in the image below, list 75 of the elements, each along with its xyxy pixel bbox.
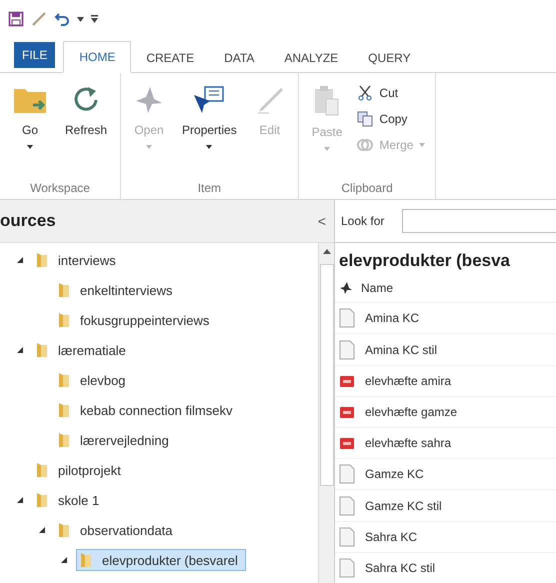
ribbon-tab[interactable]: HOME	[63, 41, 132, 73]
folder-icon	[36, 252, 48, 268]
scrollbar[interactable]	[318, 243, 334, 583]
folder-icon	[58, 522, 70, 538]
save-icon[interactable]	[8, 11, 24, 27]
tree-item[interactable]: observationdata	[54, 519, 181, 541]
ribbon-tab[interactable]: ANALYZE	[269, 43, 354, 73]
expand-arrow-icon[interactable]	[16, 256, 24, 264]
document-icon	[339, 558, 355, 578]
document-icon	[339, 526, 355, 547]
group-label: Workspace	[29, 181, 91, 195]
tree-item[interactable]: lærervejledning	[54, 429, 177, 451]
look-for-label: Look for	[341, 214, 384, 228]
expand-arrow-icon[interactable]	[38, 526, 46, 534]
folder-icon	[58, 372, 70, 388]
ribbon-button[interactable]: Refresh	[58, 77, 114, 181]
file-name[interactable]: Sahra KC stil	[365, 560, 436, 575]
file-name[interactable]: elevhæfte amira	[365, 374, 452, 388]
expand-arrow-icon[interactable]	[16, 496, 24, 504]
file-name[interactable]: Gamze KC stil	[365, 498, 442, 513]
file-name[interactable]: Gamze KC	[365, 467, 424, 482]
undo-icon[interactable]	[54, 11, 70, 27]
pane-title: ources	[0, 211, 56, 231]
folder-icon	[80, 552, 92, 568]
ribbon-tab[interactable]: QUERY	[353, 43, 426, 73]
folder-icon	[36, 462, 48, 478]
collapse-button[interactable]: <	[318, 213, 326, 229]
properties-icon	[192, 85, 226, 115]
tree-item[interactable]: interviews	[32, 249, 124, 271]
tree-item[interactable]: elevbog	[54, 369, 134, 391]
folder-title: elevprodukter (besva	[338, 250, 512, 272]
search-field[interactable]	[402, 208, 556, 233]
folder-icon	[58, 402, 70, 418]
ribbon-button[interactable]: Properties	[175, 77, 244, 181]
merge-icon	[357, 137, 374, 153]
document-icon	[339, 340, 355, 360]
pdf-icon	[339, 374, 355, 388]
tree-item[interactable]: elevprodukter (besvarel	[76, 549, 246, 571]
group-label: Clipboard	[340, 181, 394, 195]
tree-item[interactable]: kebab connection filmsekv	[54, 399, 240, 421]
file-name[interactable]: elevhæfte sahra	[365, 436, 452, 450]
file-name[interactable]: Amina KC	[365, 311, 420, 326]
file-tab[interactable]: FILE	[14, 42, 56, 68]
tree-item[interactable]: skole 1	[32, 489, 108, 511]
pdf-icon	[339, 404, 355, 419]
tree-item[interactable]: fokusgruppeinterviews	[54, 309, 218, 331]
folder-icon	[58, 432, 70, 448]
expand-arrow-icon[interactable]	[60, 556, 68, 564]
folder-icon	[36, 492, 48, 508]
expand-arrow-icon[interactable]	[16, 346, 24, 354]
copy-icon	[357, 111, 374, 127]
folder-icon	[36, 342, 48, 358]
tree-item[interactable]: lærematiale	[32, 339, 134, 361]
column-header[interactable]: Name	[361, 281, 394, 296]
file-name[interactable]: Amina KC stil	[365, 342, 438, 357]
caret-icon[interactable]	[77, 16, 84, 22]
ribbon-button[interactable]: Go	[6, 77, 54, 181]
customize-icon[interactable]	[91, 15, 98, 23]
folder-icon	[58, 312, 70, 328]
scissors-icon	[357, 85, 374, 101]
pdf-icon	[339, 436, 355, 450]
ribbon-tab[interactable]: DATA	[209, 43, 270, 73]
scroll-up-icon[interactable]	[322, 249, 330, 254]
ribbon-button[interactable]: Copy	[353, 109, 430, 129]
document-icon	[339, 496, 355, 516]
ribbon-tab[interactable]: CREATE	[131, 43, 210, 73]
document-icon	[339, 464, 355, 484]
file-name[interactable]: Sahra KC	[365, 530, 418, 544]
tree-item[interactable]: pilotprojekt	[32, 459, 129, 481]
tree-item[interactable]: enkeltinterviews	[54, 279, 180, 301]
document-icon	[339, 308, 355, 328]
group-label: Item	[196, 181, 222, 195]
folder-icon	[58, 282, 70, 298]
file-name[interactable]: elevhæfte gamze	[365, 404, 458, 419]
ribbon-button[interactable]: Cut	[353, 83, 430, 103]
